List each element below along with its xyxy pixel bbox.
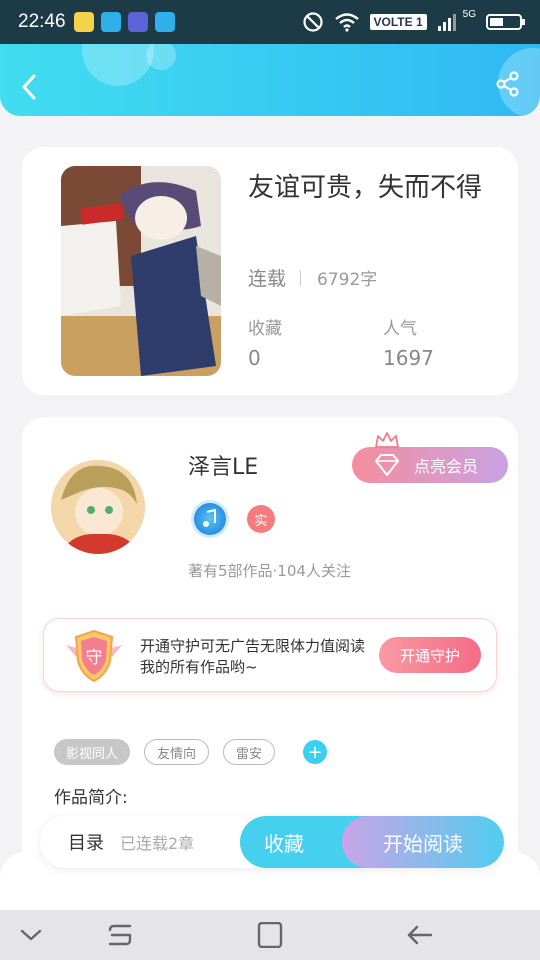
intro-heading: 作品简介: bbox=[54, 788, 128, 808]
wifi-icon bbox=[334, 13, 359, 32]
shopping-bag-icon bbox=[154, 12, 175, 32]
book-status: 连载 bbox=[248, 268, 287, 290]
guard-banner: 守 开通守护可无广告无限体力值阅读我的所有作品哟~ 开通守护 bbox=[43, 618, 497, 692]
crown-icon bbox=[375, 432, 399, 448]
activate-guard-button[interactable]: 开通守护 bbox=[379, 637, 481, 673]
guard-description: 开通守护可无广告无限体力值阅读我的所有作品哟~ bbox=[140, 637, 366, 676]
vip-button-label: 点亮会员 bbox=[414, 457, 479, 476]
signal-icon bbox=[437, 14, 456, 31]
status-bar: 22:46 VOLTE 1 5G bbox=[0, 0, 540, 44]
author-stats: 著有5部作品·104人关注 bbox=[188, 562, 351, 580]
table-of-contents-button[interactable]: 目录 bbox=[68, 829, 104, 855]
do-not-disturb-icon bbox=[302, 12, 323, 32]
system-nav-bar bbox=[0, 910, 540, 960]
emoji-app-icon bbox=[73, 12, 94, 32]
book-word-count: 6792字 bbox=[317, 270, 378, 290]
guard-shield-icon: 守 bbox=[66, 629, 122, 683]
guard-icon-char: 守 bbox=[86, 648, 103, 668]
activate-vip-button[interactable]: 点亮会员 bbox=[352, 432, 508, 483]
shopping-bag-icon bbox=[100, 12, 121, 32]
decor-bubble bbox=[146, 44, 176, 70]
gallery-icon bbox=[127, 12, 148, 32]
add-tag-button[interactable]: + bbox=[303, 740, 328, 764]
author-avatar[interactable] bbox=[51, 460, 145, 554]
favorites-value: 0 bbox=[248, 346, 261, 370]
verified-real-badge: 实 bbox=[247, 505, 275, 533]
popularity-value: 1697 bbox=[383, 346, 434, 370]
music-badge-icon bbox=[194, 503, 226, 535]
action-bar: 目录 已连载2章 收藏 开始阅读 bbox=[40, 816, 504, 868]
favorites-label: 收藏 bbox=[248, 319, 282, 339]
chevron-down-icon[interactable] bbox=[16, 922, 46, 948]
tag-item[interactable]: 雷安 bbox=[223, 739, 276, 765]
author-name[interactable]: 泽言LE bbox=[188, 449, 258, 481]
page-header bbox=[0, 44, 540, 116]
back-arrow-icon[interactable] bbox=[18, 72, 42, 102]
share-icon[interactable] bbox=[494, 70, 522, 98]
tag-item[interactable]: 影视同人 bbox=[54, 739, 131, 765]
book-title: 友谊可贵，失而不得 bbox=[248, 173, 483, 203]
network-label: VOLTE 1 bbox=[369, 14, 427, 30]
meta-divider bbox=[300, 269, 302, 286]
recent-apps-icon[interactable] bbox=[106, 922, 136, 948]
diamond-icon bbox=[375, 454, 399, 476]
book-meta: 连载 6792字 bbox=[248, 264, 377, 291]
decor-bubble bbox=[82, 44, 154, 86]
start-reading-button[interactable]: 开始阅读 bbox=[342, 816, 504, 868]
back-icon[interactable] bbox=[405, 922, 435, 948]
popularity-label: 人气 bbox=[383, 319, 417, 339]
battery-icon bbox=[486, 14, 525, 30]
tag-item[interactable]: 友情向 bbox=[144, 739, 210, 765]
chapter-count: 已连载2章 bbox=[120, 834, 195, 853]
book-info-card: 友谊可贵，失而不得 连载 6792字 收藏 0 人气 1697 bbox=[22, 147, 518, 395]
status-time: 22:46 bbox=[18, 11, 66, 32]
book-cover-image[interactable] bbox=[61, 166, 221, 376]
tag-list: 影视同人 友情向 雷安 + bbox=[54, 739, 328, 765]
home-icon[interactable] bbox=[255, 922, 285, 948]
network-type: 5G bbox=[462, 8, 476, 20]
